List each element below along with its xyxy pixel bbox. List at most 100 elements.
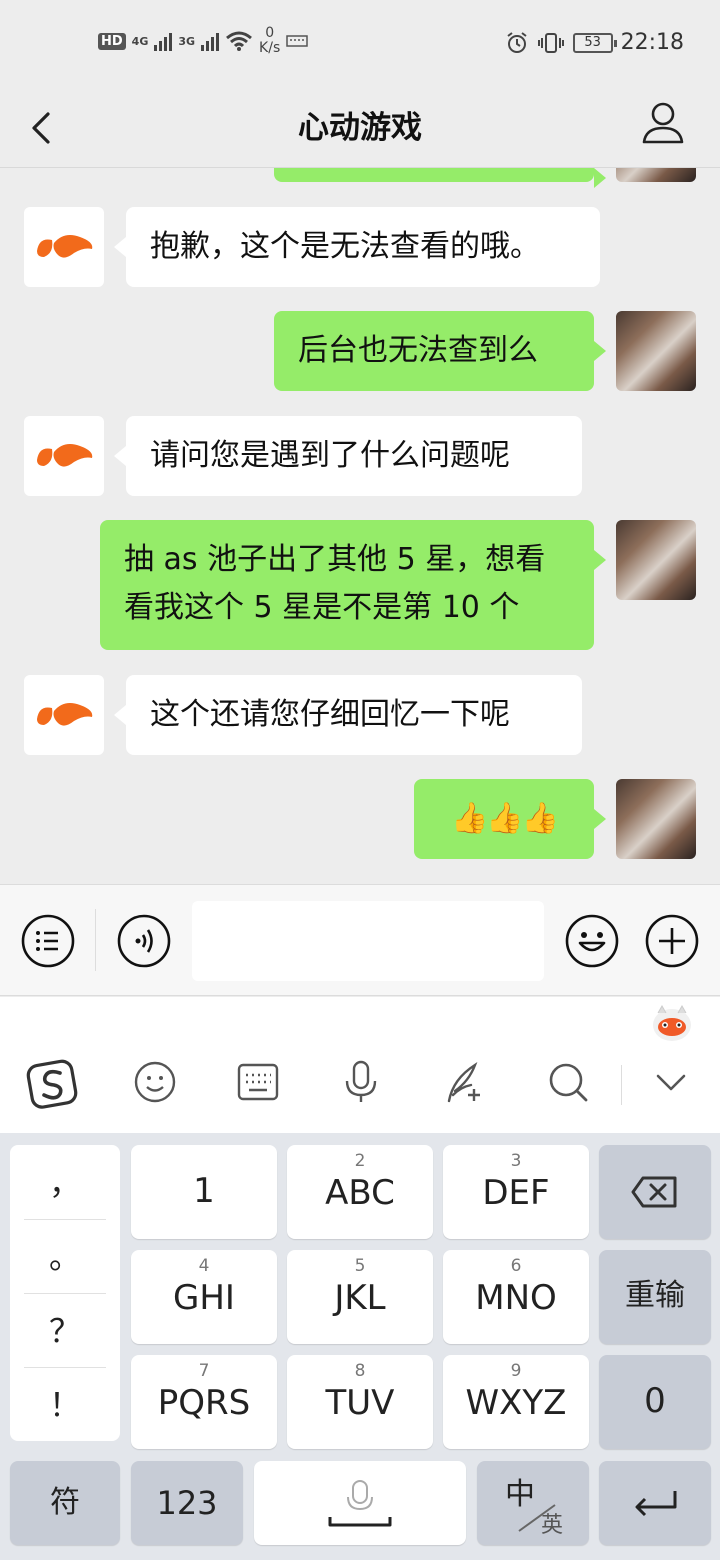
signal-icon <box>154 31 173 51</box>
key-4[interactable]: 4 GHI <box>131 1250 277 1344</box>
key-number: 4 <box>198 1256 210 1276</box>
message-input[interactable] <box>192 901 544 981</box>
handwriting-icon[interactable] <box>441 1059 487 1105</box>
key-label: MNO <box>475 1278 557 1318</box>
key-label: JKL <box>334 1278 386 1318</box>
divider <box>24 1293 106 1294</box>
status-bar: HD 4G 3G 0 K/s 53 22:18 <box>0 0 720 88</box>
status-right: 53 22:18 <box>505 30 684 55</box>
user-avatar[interactable] <box>616 520 696 600</box>
vibrate-icon <box>537 32 564 53</box>
divider <box>24 1219 106 1220</box>
key-0[interactable]: 0 <box>599 1355 711 1449</box>
language-switch-key[interactable]: 中 英 <box>477 1461 589 1545</box>
enter-key[interactable] <box>599 1461 711 1545</box>
sogou-logo-icon[interactable] <box>26 1057 80 1111</box>
symbols-key[interactable]: 符 <box>10 1461 120 1545</box>
key-5[interactable]: 5 JKL <box>287 1250 433 1344</box>
reinput-key[interactable]: 重输 <box>599 1250 711 1344</box>
emoji-icon[interactable] <box>564 913 620 969</box>
key-label: 1 <box>193 1171 215 1211</box>
key-6[interactable]: 6 MNO <box>443 1250 589 1344</box>
user-avatar[interactable] <box>616 779 696 859</box>
key-number: 3 <box>510 1151 522 1171</box>
key-label: ABC <box>325 1173 395 1213</box>
key-number: 8 <box>354 1361 366 1381</box>
alarm-icon <box>506 31 527 53</box>
space-key[interactable] <box>254 1461 466 1545</box>
message-bubble[interactable]: 这个还请您仔细回忆一下呢 <box>114 675 582 755</box>
game-avatar[interactable] <box>24 416 104 496</box>
punct-key[interactable]: ！ <box>24 1369 106 1441</box>
game-avatar[interactable] <box>24 675 104 755</box>
divider <box>24 1367 106 1368</box>
key-number: 7 <box>198 1361 210 1381</box>
message-line: 抽 as 池子出了其他 5 星，想看 <box>124 542 546 577</box>
message-bubble[interactable]: 👍👍👍 <box>414 779 606 859</box>
person-icon[interactable] <box>640 98 686 148</box>
key-8[interactable]: 8 TUV <box>287 1355 433 1449</box>
enter-icon <box>635 1491 677 1517</box>
key-label-sub: 英 <box>541 1513 564 1538</box>
clock: 22:18 <box>620 30 684 55</box>
message-list[interactable]: 抱歉，这个是无法查看的哦。 后台也无法查到么 请问您是遇到了什么问题呢 抽 as… <box>0 168 720 884</box>
key-label: 重输 <box>625 1278 685 1313</box>
message-bubble[interactable]: 抽 as 池子出了其他 5 星，想看 看我这个 5 星是不是第 10 个 <box>100 520 606 650</box>
divider <box>95 909 96 971</box>
keyboard-status-icon <box>286 35 308 47</box>
microphone-icon <box>328 1480 392 1527</box>
delete-key[interactable] <box>599 1145 711 1239</box>
key-number: 2 <box>354 1151 366 1171</box>
punct-key[interactable]: ？ <box>24 1295 106 1367</box>
slash-icon <box>518 1504 556 1532</box>
xd-logo-icon <box>37 444 93 467</box>
ime-toolbar <box>0 997 720 1133</box>
voice-icon[interactable] <box>116 913 172 969</box>
key-1[interactable]: 1 <box>131 1145 277 1239</box>
xd-logo-icon <box>37 703 93 726</box>
microphone-icon[interactable] <box>338 1059 384 1105</box>
partial-bubble <box>274 168 606 188</box>
numbers-key[interactable]: 123 <box>131 1461 243 1545</box>
plus-icon[interactable] <box>644 913 700 969</box>
key-7[interactable]: 7 PQRS <box>131 1355 277 1449</box>
key-label: GHI <box>173 1278 235 1318</box>
message-line: 看我这个 5 星是不是第 10 个 <box>124 590 520 625</box>
punct-key[interactable]: ， <box>24 1147 106 1219</box>
chat-header: 心动游戏 <box>0 88 720 168</box>
battery-icon: 53 <box>572 32 617 53</box>
list-menu-icon[interactable] <box>20 913 76 969</box>
punct-key[interactable]: 。 <box>24 1221 106 1293</box>
search-icon[interactable] <box>545 1059 591 1105</box>
user-avatar[interactable] <box>616 311 696 391</box>
ime-mascot-icon[interactable] <box>650 1003 694 1043</box>
key-label: PQRS <box>157 1383 251 1423</box>
key-label: 0 <box>644 1381 666 1421</box>
key-number: 5 <box>354 1256 366 1276</box>
key-label: 123 <box>156 1484 218 1522</box>
message-bubble[interactable]: 抱歉，这个是无法查看的哦。 <box>114 207 600 287</box>
keyboard: ， 。 ？ ！ 1 2 ABC 3 DEF 4 GHI 5 JKL 6 MNO … <box>0 1133 720 1560</box>
key-3[interactable]: 3 DEF <box>443 1145 589 1239</box>
user-avatar[interactable] <box>616 168 696 182</box>
emoji-icon[interactable] <box>132 1059 178 1105</box>
speed-unit: K/s <box>259 40 281 56</box>
key-label: DEF <box>482 1173 550 1213</box>
key-label: WXYZ <box>465 1383 567 1423</box>
key-9[interactable]: 9 WXYZ <box>443 1355 589 1449</box>
network-type-2: 3G <box>178 34 196 48</box>
xd-logo-icon <box>37 235 93 258</box>
message-bubble[interactable]: 请问您是遇到了什么问题呢 <box>114 416 582 496</box>
punctuation-column: ， 。 ？ ！ <box>10 1145 120 1441</box>
speed-value: 0 <box>265 25 275 41</box>
wifi-icon <box>226 31 253 51</box>
keyboard-icon[interactable] <box>235 1059 281 1105</box>
message-bubble[interactable]: 后台也无法查到么 <box>274 311 606 391</box>
key-2[interactable]: 2 ABC <box>287 1145 433 1239</box>
chat-title: 心动游戏 <box>298 110 422 146</box>
status-left: HD 4G 3G 0 K/s <box>98 26 308 56</box>
collapse-icon[interactable] <box>648 1059 694 1105</box>
game-avatar[interactable] <box>24 207 104 287</box>
backspace-icon <box>631 1176 677 1208</box>
key-number: 6 <box>510 1256 522 1276</box>
